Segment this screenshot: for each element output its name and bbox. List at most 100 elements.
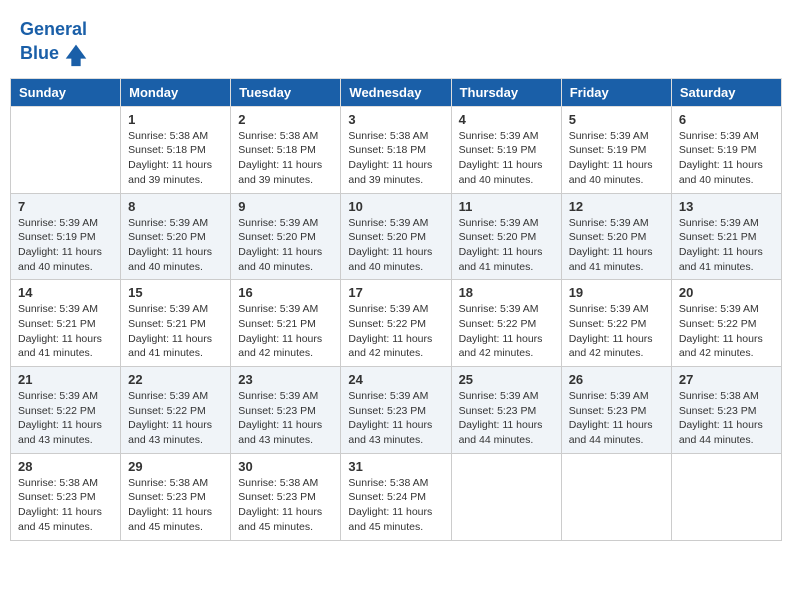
day-number: 18: [459, 285, 554, 300]
day-info: Sunrise: 5:39 AM Sunset: 5:23 PM Dayligh…: [348, 389, 443, 448]
day-number: 27: [679, 372, 774, 387]
day-info: Sunrise: 5:39 AM Sunset: 5:22 PM Dayligh…: [679, 302, 774, 361]
day-info: Sunrise: 5:39 AM Sunset: 5:20 PM Dayligh…: [348, 216, 443, 275]
day-number: 24: [348, 372, 443, 387]
day-number: 28: [18, 459, 113, 474]
day-info: Sunrise: 5:39 AM Sunset: 5:20 PM Dayligh…: [459, 216, 554, 275]
day-number: 1: [128, 112, 223, 127]
weekday-header-cell: Tuesday: [231, 78, 341, 106]
calendar-day-cell: 10Sunrise: 5:39 AM Sunset: 5:20 PM Dayli…: [341, 193, 451, 280]
calendar-day-cell: [451, 453, 561, 540]
weekday-header-cell: Wednesday: [341, 78, 451, 106]
day-number: 30: [238, 459, 333, 474]
calendar-day-cell: 22 Sunrise: 5:39 AM Sunset: 5:22 PM Dayli…: [121, 367, 231, 454]
calendar-day-cell: [11, 106, 121, 193]
weekday-header-cell: Saturday: [671, 78, 781, 106]
calendar-day-cell: 20 Sunrise: 5:39 AM Sunset: 5:22 PM Dayli…: [671, 280, 781, 367]
calendar-day-cell: 2 Sunrise: 5:38 AM Sunset: 5:18 PM Daylig…: [231, 106, 341, 193]
weekday-header-cell: Sunday: [11, 78, 121, 106]
calendar-day-cell: 12Sunrise: 5:39 AM Sunset: 5:20 PM Dayli…: [561, 193, 671, 280]
day-number: 12: [569, 199, 664, 214]
page-header: General Blue: [10, 10, 782, 73]
day-number: 7: [18, 199, 113, 214]
day-number: 13: [679, 199, 774, 214]
calendar-body: 1 Sunrise: 5:38 AM Sunset: 5:18 PM Daylig…: [11, 106, 782, 540]
calendar-day-cell: 14Sunrise: 5:39 AM Sunset: 5:21 PM Dayli…: [11, 280, 121, 367]
calendar-week-row: 28 Sunrise: 5:38 AM Sunset: 5:23 PM Dayli…: [11, 453, 782, 540]
weekday-header-cell: Friday: [561, 78, 671, 106]
day-info: Sunrise: 5:38 AM Sunset: 5:18 PM Dayligh…: [348, 129, 443, 188]
calendar-day-cell: 27 Sunrise: 5:38 AM Sunset: 5:23 PM Dayli…: [671, 367, 781, 454]
day-number: 2: [238, 112, 333, 127]
day-info: Sunrise: 5:39 AM Sunset: 5:20 PM Dayligh…: [238, 216, 333, 275]
day-info: Sunrise: 5:39 AM Sunset: 5:23 PM Dayligh…: [569, 389, 664, 448]
day-info: Sunrise: 5:39 AM Sunset: 5:22 PM Dayligh…: [348, 302, 443, 361]
day-number: 26: [569, 372, 664, 387]
weekday-header-cell: Thursday: [451, 78, 561, 106]
calendar-day-cell: 13 Sunrise: 5:39 AM Sunset: 5:21 PM Dayli…: [671, 193, 781, 280]
day-info: Sunrise: 5:38 AM Sunset: 5:23 PM Dayligh…: [18, 476, 113, 535]
day-info: Sunrise: 5:38 AM Sunset: 5:18 PM Dayligh…: [128, 129, 223, 188]
day-number: 31: [348, 459, 443, 474]
day-number: 11: [459, 199, 554, 214]
calendar-week-row: 21 Sunrise: 5:39 AM Sunset: 5:22 PM Dayli…: [11, 367, 782, 454]
day-info: Sunrise: 5:39 AM Sunset: 5:19 PM Dayligh…: [679, 129, 774, 188]
calendar-day-cell: 23 Sunrise: 5:39 AM Sunset: 5:23 PM Dayli…: [231, 367, 341, 454]
calendar-day-cell: 18 Sunrise: 5:39 AM Sunset: 5:22 PM Dayli…: [451, 280, 561, 367]
weekday-header-cell: Monday: [121, 78, 231, 106]
day-info: Sunrise: 5:39 AM Sunset: 5:22 PM Dayligh…: [569, 302, 664, 361]
day-info: Sunrise: 5:38 AM Sunset: 5:24 PM Dayligh…: [348, 476, 443, 535]
calendar-day-cell: [561, 453, 671, 540]
day-number: 21: [18, 372, 113, 387]
calendar-day-cell: 17 Sunrise: 5:39 AM Sunset: 5:22 PM Dayli…: [341, 280, 451, 367]
day-number: 9: [238, 199, 333, 214]
day-info: Sunrise: 5:38 AM Sunset: 5:18 PM Dayligh…: [238, 129, 333, 188]
calendar-week-row: 14 Sunrise: 5:39 AM Sunset: 5:21 PM Dayli…: [11, 280, 782, 367]
day-number: 29: [128, 459, 223, 474]
calendar-table: SundayMondayTuesdayWednesdayThursdayFrid…: [10, 78, 782, 541]
day-number: 16: [238, 285, 333, 300]
day-info: Sunrise: 5:39 AM Sunset: 5:21 PM Dayligh…: [679, 216, 774, 275]
calendar-day-cell: 29Sunrise: 5:38 AM Sunset: 5:23 PM Dayli…: [121, 453, 231, 540]
day-number: 23: [238, 372, 333, 387]
calendar-day-cell: 16 Sunrise: 5:39 AM Sunset: 5:21 PM Dayli…: [231, 280, 341, 367]
calendar-day-cell: 6 Sunrise: 5:39 AM Sunset: 5:19 PM Daylig…: [671, 106, 781, 193]
day-number: 17: [348, 285, 443, 300]
calendar-day-cell: 26 Sunrise: 5:39 AM Sunset: 5:23 PM Dayli…: [561, 367, 671, 454]
day-info: Sunrise: 5:39 AM Sunset: 5:21 PM Dayligh…: [128, 302, 223, 361]
day-number: 19: [569, 285, 664, 300]
day-info: Sunrise: 5:39 AM Sunset: 5:22 PM Dayligh…: [128, 389, 223, 448]
calendar-week-row: 7Sunrise: 5:39 AM Sunset: 5:19 PM Daylig…: [11, 193, 782, 280]
calendar-day-cell: 11 Sunrise: 5:39 AM Sunset: 5:20 PM Dayli…: [451, 193, 561, 280]
weekday-header-row: SundayMondayTuesdayWednesdayThursdayFrid…: [11, 78, 782, 106]
day-number: 6: [679, 112, 774, 127]
logo-text: General: [20, 20, 90, 40]
logo-text2: Blue: [20, 40, 90, 68]
calendar-day-cell: 31 Sunrise: 5:38 AM Sunset: 5:24 PM Dayli…: [341, 453, 451, 540]
day-number: 25: [459, 372, 554, 387]
calendar-day-cell: 5Sunrise: 5:39 AM Sunset: 5:19 PM Daylig…: [561, 106, 671, 193]
day-number: 14: [18, 285, 113, 300]
calendar-day-cell: 15Sunrise: 5:39 AM Sunset: 5:21 PM Dayli…: [121, 280, 231, 367]
logo-icon: [62, 40, 90, 68]
day-info: Sunrise: 5:39 AM Sunset: 5:23 PM Dayligh…: [459, 389, 554, 448]
day-info: Sunrise: 5:38 AM Sunset: 5:23 PM Dayligh…: [238, 476, 333, 535]
day-number: 20: [679, 285, 774, 300]
day-info: Sunrise: 5:39 AM Sunset: 5:22 PM Dayligh…: [18, 389, 113, 448]
day-info: Sunrise: 5:39 AM Sunset: 5:20 PM Dayligh…: [128, 216, 223, 275]
calendar-day-cell: 19 Sunrise: 5:39 AM Sunset: 5:22 PM Dayli…: [561, 280, 671, 367]
calendar-day-cell: 1 Sunrise: 5:38 AM Sunset: 5:18 PM Daylig…: [121, 106, 231, 193]
day-number: 3: [348, 112, 443, 127]
logo: General Blue: [20, 20, 90, 68]
day-info: Sunrise: 5:39 AM Sunset: 5:21 PM Dayligh…: [238, 302, 333, 361]
calendar-day-cell: 24 Sunrise: 5:39 AM Sunset: 5:23 PM Dayli…: [341, 367, 451, 454]
calendar-day-cell: 30 Sunrise: 5:38 AM Sunset: 5:23 PM Dayli…: [231, 453, 341, 540]
calendar-day-cell: 4Sunrise: 5:39 AM Sunset: 5:19 PM Daylig…: [451, 106, 561, 193]
day-number: 22: [128, 372, 223, 387]
day-info: Sunrise: 5:39 AM Sunset: 5:23 PM Dayligh…: [238, 389, 333, 448]
day-info: Sunrise: 5:39 AM Sunset: 5:22 PM Dayligh…: [459, 302, 554, 361]
calendar-day-cell: 3 Sunrise: 5:38 AM Sunset: 5:18 PM Daylig…: [341, 106, 451, 193]
calendar-day-cell: 28 Sunrise: 5:38 AM Sunset: 5:23 PM Dayli…: [11, 453, 121, 540]
day-info: Sunrise: 5:38 AM Sunset: 5:23 PM Dayligh…: [679, 389, 774, 448]
calendar-day-cell: 8Sunrise: 5:39 AM Sunset: 5:20 PM Daylig…: [121, 193, 231, 280]
